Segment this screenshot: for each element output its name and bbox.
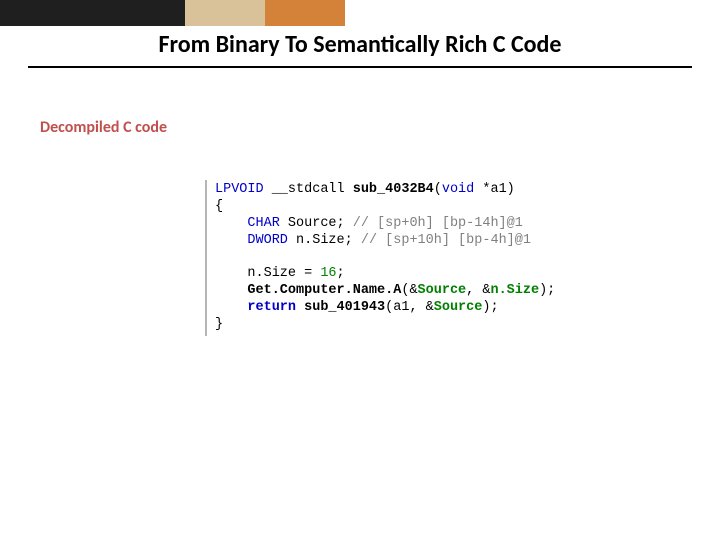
comment-2: // [sp+10h] [bp-4h]@1 [361, 233, 531, 248]
comment-1: // [sp+0h] [bp-14h]@1 [353, 216, 523, 231]
arg-source: Source [418, 283, 467, 298]
pad [215, 216, 247, 231]
paren-close: ); [539, 283, 555, 298]
paren-open: ( [434, 182, 442, 197]
return-kw: return [247, 300, 296, 315]
blank-line [215, 250, 223, 265]
call-getcomputername: Get.Computer.Name.A [247, 283, 401, 298]
pad [215, 233, 247, 248]
var-source: Source; [280, 216, 353, 231]
semi: ; [337, 266, 345, 281]
num-16: 16 [320, 266, 336, 281]
type-lpvoid: LPVOID [215, 182, 264, 197]
sp [296, 300, 304, 315]
decompiled-code: LPVOID __stdcall sub_4032B4(void *a1) { … [205, 180, 585, 336]
arg-a1: *a1) [474, 182, 515, 197]
block-orange [265, 0, 345, 26]
comma: , & [466, 283, 490, 298]
title-underline [28, 66, 692, 68]
type-dword: DWORD [247, 233, 288, 248]
block-dark [0, 0, 185, 26]
pad [215, 283, 247, 298]
arg-nsize: n.Size [490, 283, 539, 298]
pad [215, 300, 247, 315]
var-nsize: n.Size; [288, 233, 361, 248]
brace-close: } [215, 317, 223, 332]
arg-source2: Source [434, 300, 483, 315]
paren: (a1, & [385, 300, 434, 315]
section-label: Decompiled C code [40, 118, 167, 137]
pad [215, 266, 247, 281]
paren-close: ); [482, 300, 498, 315]
header-color-blocks [0, 0, 345, 26]
func-name: sub_4032B4 [353, 182, 434, 197]
paren: (& [401, 283, 417, 298]
block-beige [185, 0, 265, 26]
call-sub401943: sub_401943 [304, 300, 385, 315]
type-char: CHAR [247, 216, 279, 231]
type-void: void [442, 182, 474, 197]
brace-open: { [215, 199, 223, 214]
stdcall: __stdcall [264, 182, 353, 197]
page-title: From Binary To Semantically Rich C Code [0, 30, 720, 59]
assign-lhs: n.Size = [247, 266, 320, 281]
